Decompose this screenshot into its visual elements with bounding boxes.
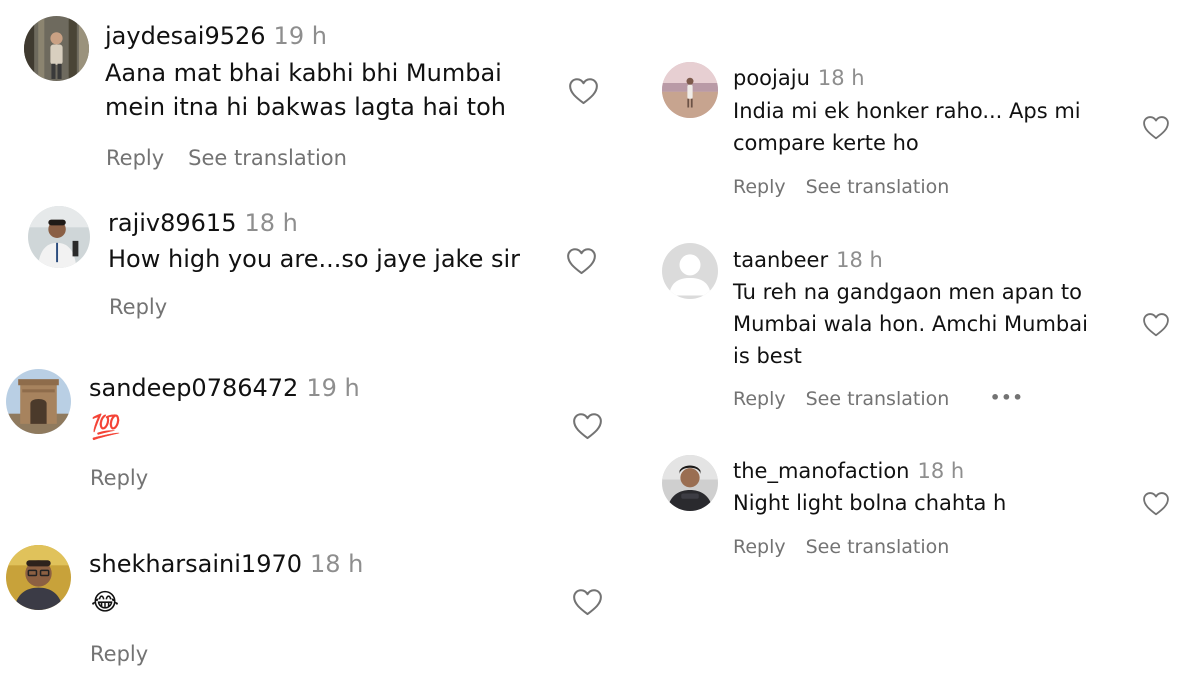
reply-button[interactable]: Reply [106, 146, 164, 170]
avatar[interactable] [662, 243, 718, 299]
comment-actions: Reply See translation [733, 176, 949, 198]
comment-actions: Reply [109, 295, 167, 319]
comment-header: shekharsaini1970 18 h [89, 550, 363, 578]
comment-text: India mi ek honker raho... Aps mi compar… [733, 95, 1081, 159]
timestamp[interactable]: 18 h [818, 66, 865, 90]
username-link[interactable]: taanbeer [733, 248, 828, 272]
username-link[interactable]: rajiv89615 [108, 209, 236, 237]
heart-icon[interactable] [572, 588, 603, 616]
comment-text: 💯 [91, 410, 121, 444]
timestamp[interactable]: 18 h [917, 459, 964, 483]
comment-text-line: Night light bolna chahta h [733, 491, 1007, 515]
timestamp[interactable]: 18 h [836, 248, 883, 272]
avatar-photo-forest [24, 16, 89, 81]
avatar-photo-man-dark [662, 455, 718, 511]
comment-header: taanbeer 18 h [733, 248, 883, 272]
username-link[interactable]: the_manofaction [733, 459, 909, 483]
see-translation-button[interactable]: See translation [806, 388, 950, 410]
comment-actions: Reply [90, 642, 148, 666]
comment-header: the_manofaction 18 h [733, 459, 964, 483]
comment-text-line: is best [733, 344, 802, 368]
comment-header: poojaju 18 h [733, 66, 865, 90]
comment-text-line: How high you are...so jaye jake sir [108, 245, 521, 273]
comment-text-line: mein itna hi bakwas lagta hai toh [105, 93, 506, 121]
avatar[interactable] [24, 16, 89, 81]
username-link[interactable]: jaydesai9526 [105, 22, 266, 50]
avatar[interactable] [662, 455, 718, 511]
default-avatar-icon [662, 243, 718, 299]
heart-icon[interactable] [568, 77, 599, 105]
comment-text-line: Tu reh na gandgaon men apan to [733, 280, 1082, 304]
heart-icon[interactable] [1142, 115, 1170, 140]
reply-button[interactable]: Reply [733, 388, 786, 410]
comment-actions: Reply [90, 466, 148, 490]
comment-header: rajiv89615 18 h [108, 209, 298, 237]
comment-text: Aana mat bhai kabhi bhi Mumbai mein itna… [105, 56, 506, 124]
comment-actions: Reply See translation [106, 146, 347, 170]
comment-text: Night light bolna chahta h [733, 487, 1006, 519]
comment-text-line: compare kerte ho [733, 131, 919, 155]
see-translation-button[interactable]: See translation [806, 536, 950, 558]
comment-text-line: 💯 [91, 413, 121, 441]
username-link[interactable]: shekharsaini1970 [89, 550, 302, 578]
reply-button[interactable]: Reply [90, 642, 148, 666]
heart-icon[interactable] [1142, 491, 1170, 516]
see-translation-button[interactable]: See translation [806, 176, 950, 198]
reply-button[interactable]: Reply [90, 466, 148, 490]
more-options-icon[interactable]: ••• [990, 388, 1024, 407]
timestamp[interactable]: 19 h [306, 374, 359, 402]
reply-button[interactable]: Reply [733, 176, 786, 198]
timestamp[interactable]: 19 h [274, 22, 327, 50]
avatar-photo-man-glasses [6, 545, 71, 610]
comment-actions: Reply See translation [733, 388, 949, 410]
avatar[interactable] [6, 369, 71, 434]
comment-actions: Reply See translation [733, 536, 949, 558]
heart-icon[interactable] [566, 247, 597, 275]
heart-icon[interactable] [1142, 312, 1170, 337]
reply-button[interactable]: Reply [109, 295, 167, 319]
timestamp[interactable]: 18 h [310, 550, 363, 578]
username-link[interactable]: sandeep0786472 [89, 374, 298, 402]
avatar-photo-india-gate [6, 369, 71, 434]
timestamp[interactable]: 18 h [244, 209, 297, 237]
reply-button[interactable]: Reply [733, 536, 786, 558]
comment-text: 😂 [91, 585, 119, 619]
heart-icon[interactable] [572, 412, 603, 440]
comment-header: jaydesai9526 19 h [105, 22, 327, 50]
username-link[interactable]: poojaju [733, 66, 810, 90]
avatar[interactable] [6, 545, 71, 610]
avatar-photo-beach [662, 62, 718, 118]
comment-text: How high you are...so jaye jake sir [108, 242, 520, 276]
comment-text-line: 😂 [91, 588, 120, 616]
see-translation-button[interactable]: See translation [188, 146, 347, 170]
comment-text-line: India mi ek honker raho... Aps mi [733, 99, 1081, 123]
comment-text-line: Mumbai wala hon. Amchi Mumbai [733, 312, 1088, 336]
comment-text-line: Aana mat bhai kabhi bhi Mumbai [105, 59, 502, 87]
comment-text: Tu reh na gandgaon men apan to Mumbai wa… [733, 276, 1088, 372]
avatar[interactable] [662, 62, 718, 118]
comment-header: sandeep0786472 19 h [89, 374, 360, 402]
avatar-photo-man-shirt [28, 206, 90, 268]
avatar[interactable] [28, 206, 90, 268]
